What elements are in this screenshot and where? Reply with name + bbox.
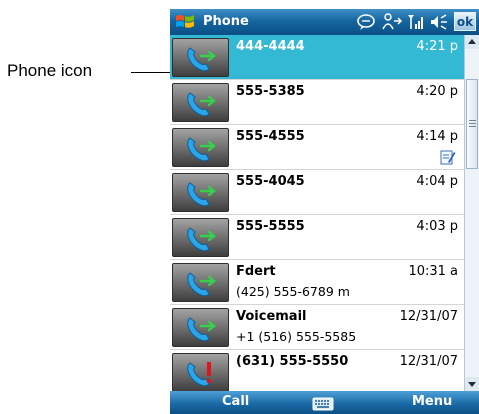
phone-handset-icon — [187, 182, 216, 207]
phone-handset-icon — [187, 47, 216, 72]
call-time: 4:21 p — [416, 39, 458, 54]
caller-name: Voicemail — [236, 309, 307, 324]
phone-handset-icon — [187, 227, 216, 252]
phone-connectivity-icon[interactable] — [381, 13, 403, 31]
title-bar: Phone ok — [170, 9, 479, 35]
call-history-list: 444-4444 4:21 p 555-5385 4:20 p 555-4555 4:14… — [170, 35, 464, 395]
phone-handset-icon — [187, 317, 216, 342]
caller-name: (631) 555-5550 — [236, 354, 349, 369]
caller-name: 444-4444 — [236, 39, 305, 54]
caller-name: 555-5385 — [236, 84, 305, 99]
call-list-item[interactable]: 555-4555 4:14 p — [170, 125, 464, 170]
call-time: 12/31/07 — [399, 354, 458, 369]
speaker-volume-icon[interactable] — [429, 13, 449, 31]
phone-button[interactable] — [172, 218, 229, 257]
caller-number: +1 (516) 555-5585 — [236, 329, 357, 344]
call-time: 10:31 a — [408, 264, 458, 279]
scroll-up-icon[interactable] — [465, 35, 479, 49]
call-list-item[interactable]: 555-5555 4:03 p — [170, 215, 464, 260]
call-list-item[interactable]: Voicemail 12/31/07 +1 (516) 555-5585 — [170, 305, 464, 350]
scroll-thumb[interactable] — [466, 79, 478, 169]
signal-strength-icon[interactable] — [407, 13, 425, 31]
keyboard-icon[interactable] — [312, 397, 334, 411]
phone-button[interactable] — [172, 353, 229, 392]
call-list-item[interactable]: 444-4444 4:21 p — [170, 35, 464, 80]
callout-label: Phone icon — [7, 61, 93, 80]
phone-button[interactable] — [172, 173, 229, 212]
phone-handset-icon — [187, 92, 216, 117]
call-time: 4:03 p — [416, 219, 458, 234]
caller-number: (425) 555-6789 m — [236, 284, 350, 299]
note-icon[interactable] — [440, 149, 456, 165]
phone-button[interactable] — [172, 38, 229, 77]
call-list-item[interactable]: (631) 555-5550 12/31/07 — [170, 350, 464, 395]
caller-name: 555-5555 — [236, 219, 305, 234]
caller-name: 555-4045 — [236, 174, 305, 189]
phone-button[interactable] — [172, 128, 229, 167]
call-list-item[interactable]: 555-4045 4:04 p — [170, 170, 464, 215]
caller-name: Fdert — [236, 264, 276, 279]
call-softkey[interactable]: Call — [222, 394, 249, 409]
menu-softkey[interactable]: Menu — [412, 394, 452, 409]
phone-handset-icon — [187, 137, 216, 162]
windows-start-icon[interactable] — [175, 12, 195, 32]
call-time: 4:04 p — [416, 174, 458, 189]
call-time: 12/31/07 — [399, 309, 458, 324]
phone-button[interactable] — [172, 308, 229, 347]
call-list-item[interactable]: 555-5385 4:20 p — [170, 80, 464, 125]
call-time: 4:20 p — [416, 84, 458, 99]
notification-bubble-icon[interactable] — [356, 13, 376, 31]
phone-button[interactable] — [172, 263, 229, 302]
softkey-bar: Call Menu — [170, 391, 479, 414]
missed-call-icon — [187, 362, 211, 387]
ok-button[interactable]: ok — [454, 12, 476, 31]
caller-name: 555-4555 — [236, 129, 305, 144]
phone-button[interactable] — [172, 83, 229, 122]
phone-handset-icon — [187, 272, 216, 297]
app-title: Phone — [203, 14, 249, 29]
vertical-scrollbar[interactable] — [464, 35, 479, 391]
call-time: 4:14 p — [416, 129, 458, 144]
call-list-item[interactable]: Fdert 10:31 a (425) 555-6789 m — [170, 260, 464, 305]
scroll-down-icon[interactable] — [465, 377, 479, 391]
device-screen: Phone ok 444-4444 4:21 p 555-5385 4:20 p 555… — [170, 9, 479, 414]
